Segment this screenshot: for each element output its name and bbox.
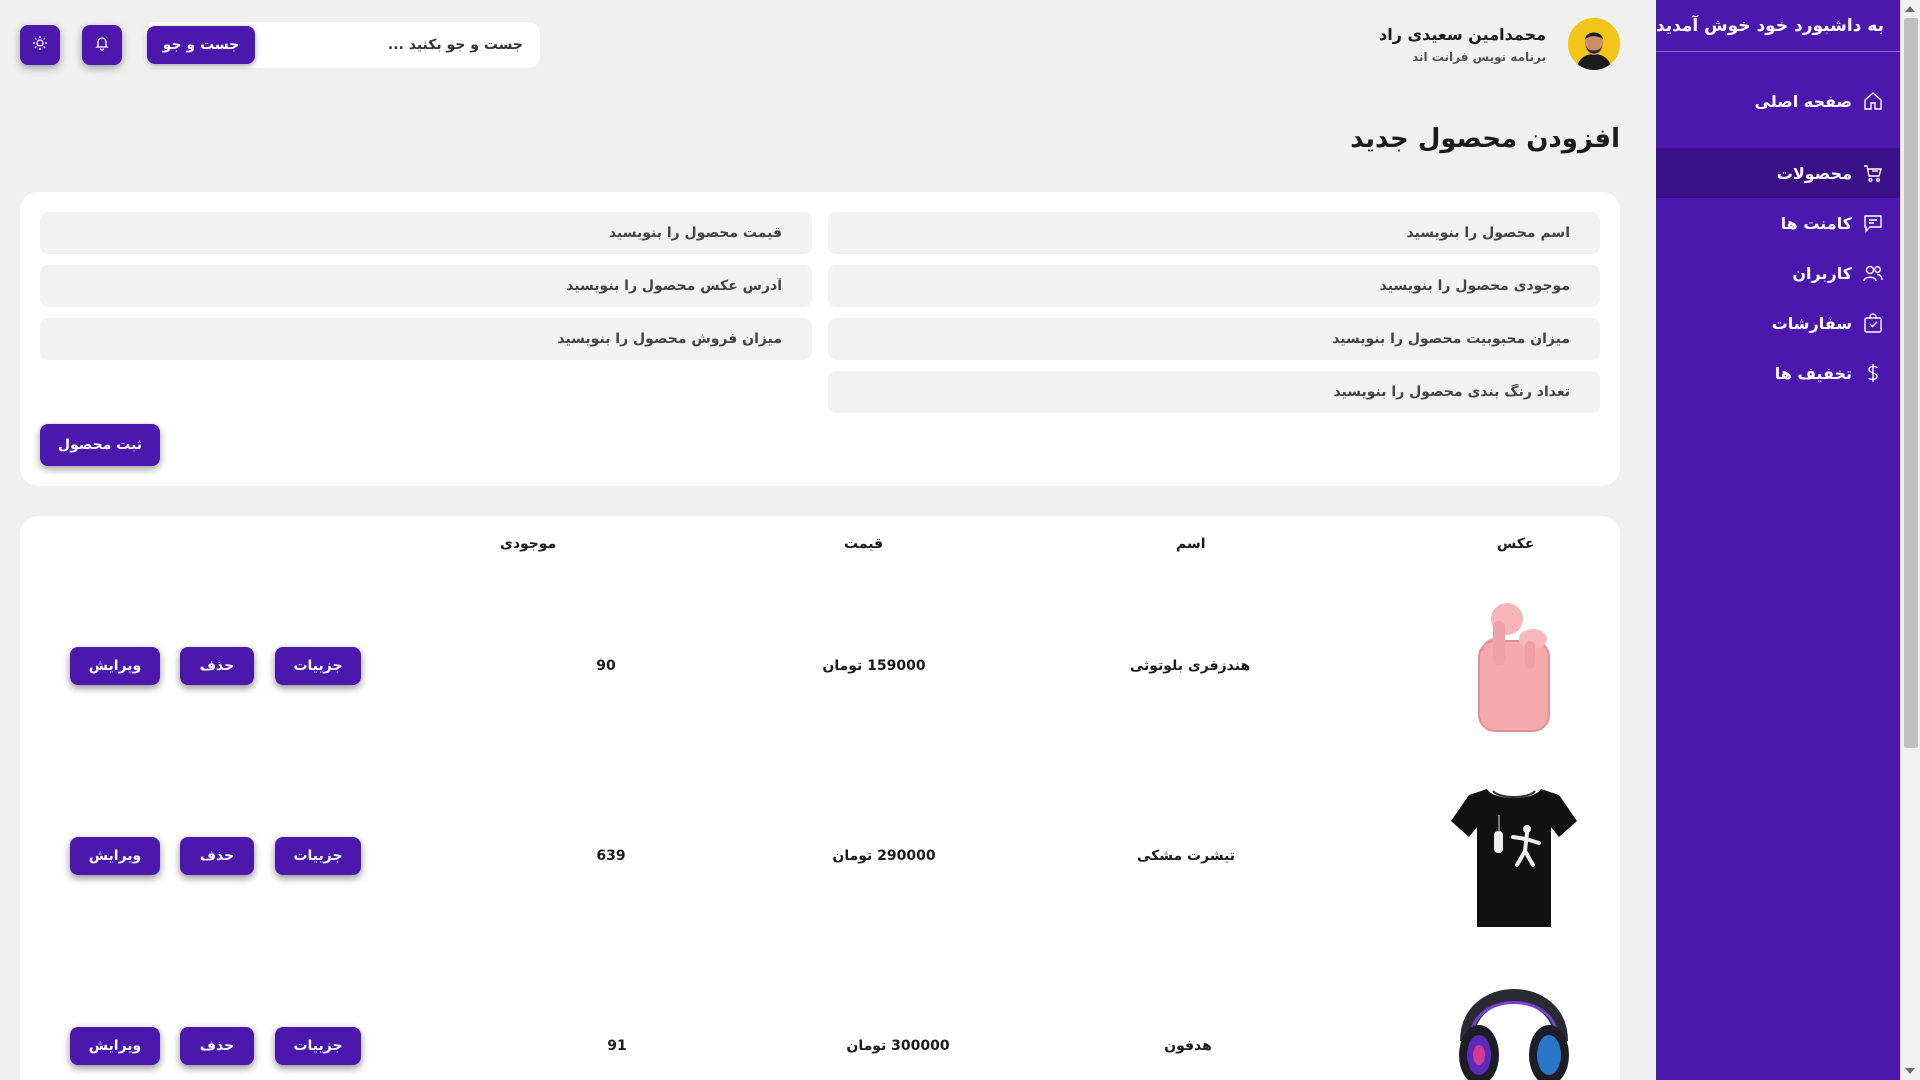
sidebar-item-orders[interactable]: سفارشات	[1656, 298, 1900, 348]
product-popularity-field[interactable]	[828, 318, 1600, 360]
product-image-headphones	[1449, 951, 1579, 1080]
product-sales-field[interactable]	[40, 318, 812, 360]
product-stock: 91	[607, 1038, 627, 1054]
product-image-field[interactable]	[40, 265, 812, 307]
product-name: هندزفری بلوتوثی	[1129, 658, 1251, 674]
theme-toggle-button[interactable]	[20, 25, 60, 65]
product-stock: 639	[596, 848, 626, 864]
dollar-icon	[1862, 362, 1884, 384]
product-price: 300000 تومان	[846, 1038, 950, 1054]
sidebar-item-label: محصولات	[1776, 163, 1852, 183]
scroll-down-icon[interactable]	[1905, 1068, 1915, 1074]
product-name: تیشرت مشکی	[1136, 848, 1236, 864]
edit-button[interactable]: ویرایش	[70, 1027, 160, 1065]
shopping-bag-icon	[1862, 312, 1884, 334]
search-input[interactable]	[255, 26, 537, 64]
column-header-name: اسم	[1176, 536, 1206, 552]
page-title: افزودن محصول جدید	[1350, 124, 1620, 154]
search-button[interactable]: جست و جو	[147, 26, 255, 64]
product-price: 290000 تومان	[832, 848, 936, 864]
product-name: هدفون	[1164, 1038, 1212, 1054]
sidebar-item-comments[interactable]: کامنت ها	[1656, 198, 1900, 248]
edit-button[interactable]: ویرایش	[70, 837, 160, 875]
edit-button[interactable]: ویرایش	[70, 647, 160, 685]
details-button[interactable]: جزییات	[275, 837, 361, 875]
sun-icon	[32, 35, 48, 55]
page-scrollbar[interactable]	[1900, 0, 1920, 1080]
sidebar-title: به داشبورد خود خوش آمدید	[1656, 0, 1900, 52]
main-content: محمدامین سعیدی راد برنامه نویس فرانت اند…	[0, 0, 1656, 1080]
avatar[interactable]	[1568, 18, 1620, 70]
sidebar-item-label: کامنت ها	[1780, 213, 1852, 233]
user-profile[interactable]: محمدامین سعیدی راد برنامه نویس فرانت اند	[1379, 18, 1620, 70]
sidebar-item-label: صفحه اصلی	[1754, 91, 1852, 111]
product-image-tshirt	[1449, 781, 1579, 931]
profile-role: برنامه نویس فرانت اند	[1412, 49, 1546, 64]
notification-button[interactable]	[82, 25, 122, 65]
product-name-field[interactable]	[828, 212, 1600, 254]
sidebar-item-label: کاربران	[1792, 263, 1852, 283]
sidebar-item-discounts[interactable]: تخفیف ها	[1656, 348, 1900, 398]
product-price: 159000 تومان	[822, 658, 926, 674]
sidebar-item-products[interactable]: محصولات	[1656, 148, 1900, 198]
column-header-image: عکس	[1497, 536, 1535, 552]
scrollbar-thumb[interactable]	[1904, 18, 1918, 748]
sidebar: به داشبورد خود خوش آمدید صفحه اصلی محصول…	[1656, 0, 1900, 1080]
sidebar-item-users[interactable]: کاربران	[1656, 248, 1900, 298]
delete-button[interactable]: حذف	[180, 647, 254, 685]
products-table: عکس اسم قیمت موجودی هندزفری بلوتوثی 1590…	[20, 516, 1620, 1080]
sidebar-nav: صفحه اصلی محصولات کامنت ها کاربران سفارش…	[1656, 52, 1900, 398]
product-stock-field[interactable]	[828, 265, 1600, 307]
details-button[interactable]: جزییات	[275, 647, 361, 685]
bell-icon	[94, 35, 110, 55]
comment-icon	[1862, 212, 1884, 234]
column-header-price: قیمت	[844, 536, 884, 552]
delete-button[interactable]: حذف	[180, 837, 254, 875]
add-product-form: ثبت محصول	[20, 192, 1620, 486]
submit-product-button[interactable]: ثبت محصول	[40, 424, 160, 466]
product-image-earbuds	[1449, 591, 1579, 741]
delete-button[interactable]: حذف	[180, 1027, 254, 1065]
cart-icon	[1862, 162, 1884, 184]
product-price-field[interactable]	[40, 212, 812, 254]
sidebar-item-home[interactable]: صفحه اصلی	[1656, 66, 1900, 136]
product-colors-field[interactable]	[828, 371, 1600, 413]
column-header-stock: موجودی	[500, 536, 557, 552]
search-box: جست و جو	[144, 22, 540, 68]
product-stock: 90	[596, 658, 616, 674]
home-icon	[1862, 90, 1884, 112]
scroll-up-icon[interactable]	[1905, 6, 1915, 12]
profile-name: محمدامین سعیدی راد	[1379, 24, 1546, 44]
top-toolbar: جست و جو	[20, 22, 540, 68]
sidebar-item-label: سفارشات	[1771, 313, 1852, 333]
sidebar-item-label: تخفیف ها	[1774, 363, 1852, 383]
users-icon	[1862, 262, 1884, 284]
details-button[interactable]: جزییات	[275, 1027, 361, 1065]
